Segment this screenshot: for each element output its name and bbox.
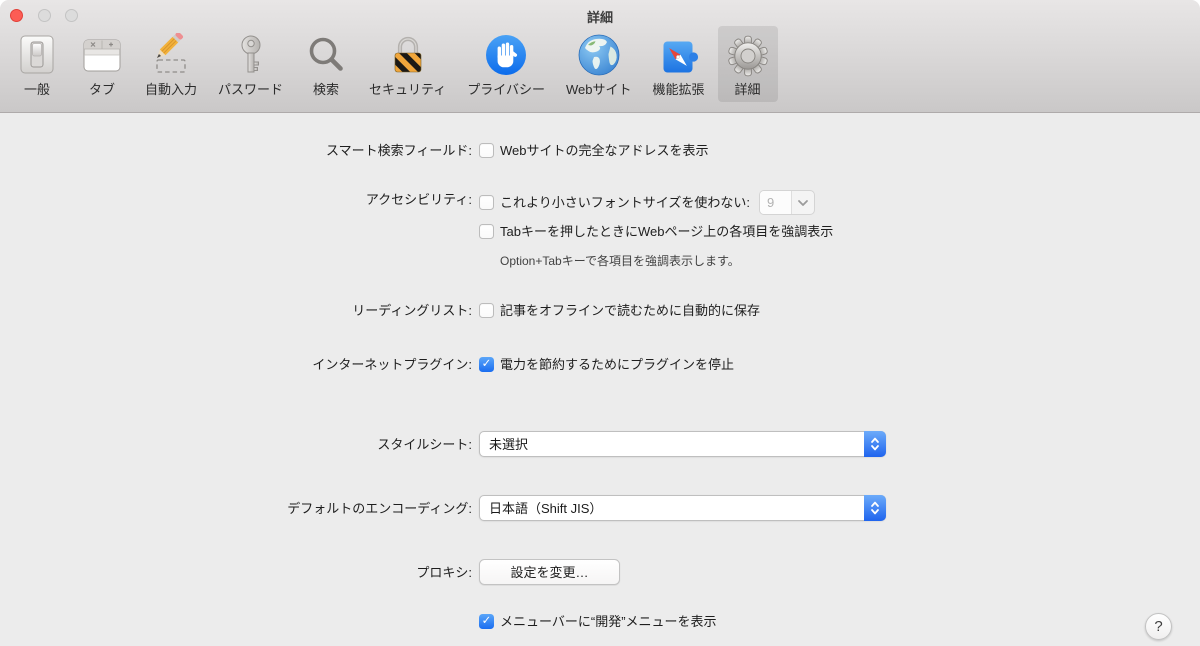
pencil-icon: [149, 31, 193, 77]
checkbox-tab-highlight[interactable]: [479, 224, 494, 239]
checkbox-min-font-size[interactable]: [479, 195, 494, 210]
help-button[interactable]: ?: [1145, 613, 1172, 640]
tab-general[interactable]: 一般: [7, 26, 67, 102]
gear-icon: [726, 31, 770, 77]
padlock-icon: [386, 31, 430, 77]
change-settings-button[interactable]: 設定を変更…: [479, 559, 620, 585]
puzzle-icon: [657, 31, 701, 77]
toolbar-item-label: タブ: [88, 82, 115, 97]
tab-passwords[interactable]: パスワード: [210, 26, 291, 102]
toolbar-item-label: 検索: [313, 82, 340, 97]
hand-icon: [484, 31, 528, 77]
tabs-window-icon: [80, 31, 124, 77]
tab-search[interactable]: 検索: [296, 26, 356, 102]
popup-stepper-icon: [864, 495, 886, 521]
toolbar-item-label: 自動入力: [145, 82, 198, 97]
tab-tabs[interactable]: タブ: [72, 26, 132, 102]
font-size-combobox: 9: [758, 190, 815, 215]
checkbox-stop-plugins[interactable]: [479, 357, 494, 372]
key-icon: [229, 31, 273, 77]
safari-preferences-window: 詳細 一般 タブ 自動入力 パスワード 検索 セキュリティ プライバシー Web…: [0, 0, 1200, 646]
checkbox-label: Webサイトの完全なアドレスを表示: [500, 143, 709, 158]
proxy-label: プロキシ:: [416, 565, 472, 580]
reading-list-label: リーディングリスト:: [352, 303, 472, 318]
toolbar-item-label: 一般: [23, 82, 50, 97]
internet-plugins-label: インターネットプラグイン:: [312, 357, 472, 372]
checkbox-offline-save[interactable]: [479, 303, 494, 318]
titlebar-toolbar: 詳細 一般 タブ 自動入力 パスワード 検索 セキュリティ プライバシー Web…: [0, 0, 1200, 113]
tab-advanced[interactable]: 詳細: [717, 26, 778, 102]
toolbar-item-label: パスワード: [218, 82, 284, 97]
popup-stepper-icon: [864, 431, 886, 457]
font-size-value: 9: [759, 191, 792, 214]
tab-security[interactable]: セキュリティ: [361, 26, 454, 102]
globe-icon: [577, 31, 621, 77]
checkbox-label: Tabキーを押したときにWebページ上の各項目を強調表示: [500, 224, 834, 239]
stylesheet-select[interactable]: 未選択: [479, 431, 886, 457]
checkbox-show-full-address[interactable]: [479, 143, 494, 158]
accessibility-label: アクセシビリティ:: [365, 192, 472, 207]
stylesheet-value: 未選択: [489, 436, 529, 452]
toolbar-item-label: Webサイト: [566, 82, 632, 97]
checkbox-develop-menu[interactable]: [479, 614, 494, 629]
chevron-down-icon: [792, 191, 814, 214]
toolbar-item-label: プライバシー: [467, 82, 546, 97]
window-title: 詳細: [586, 10, 613, 25]
checkbox-label: 電力を節約するためにプラグインを停止: [500, 357, 735, 372]
tab-autofill[interactable]: 自動入力: [137, 26, 205, 102]
stylesheet-label: スタイルシート:: [377, 437, 472, 452]
toolbar-item-label: セキュリティ: [369, 82, 447, 97]
checkbox-label: これより小さいフォントサイズを使わない:: [500, 195, 750, 210]
tab-extensions[interactable]: 機能拡張: [645, 26, 713, 102]
smart-search-label: スマート検索フィールド:: [326, 143, 472, 158]
accessibility-note: Option+Tabキーで各項目を強調表示します。: [500, 254, 740, 268]
magnifier-icon: [304, 31, 348, 77]
encoding-label: デフォルトのエンコーディング:: [287, 501, 472, 516]
light-switch-icon: [15, 31, 59, 77]
toolbar-item-label: 機能拡張: [652, 82, 705, 97]
encoding-value: 日本語（Shift JIS）: [489, 500, 603, 516]
help-button-label: ?: [1154, 618, 1163, 635]
tab-websites[interactable]: Webサイト: [558, 26, 640, 102]
encoding-select[interactable]: 日本語（Shift JIS）: [479, 495, 886, 521]
preferences-toolbar: 一般 タブ 自動入力 パスワード 検索 セキュリティ プライバシー Webサイト…: [7, 26, 778, 102]
toolbar-item-label: 詳細: [734, 82, 761, 97]
checkbox-label: メニューバーに“開発”メニューを表示: [500, 614, 717, 629]
tab-privacy[interactable]: プライバシー: [459, 26, 553, 102]
checkbox-label: 記事をオフラインで読むために自動的に保存: [500, 303, 761, 318]
